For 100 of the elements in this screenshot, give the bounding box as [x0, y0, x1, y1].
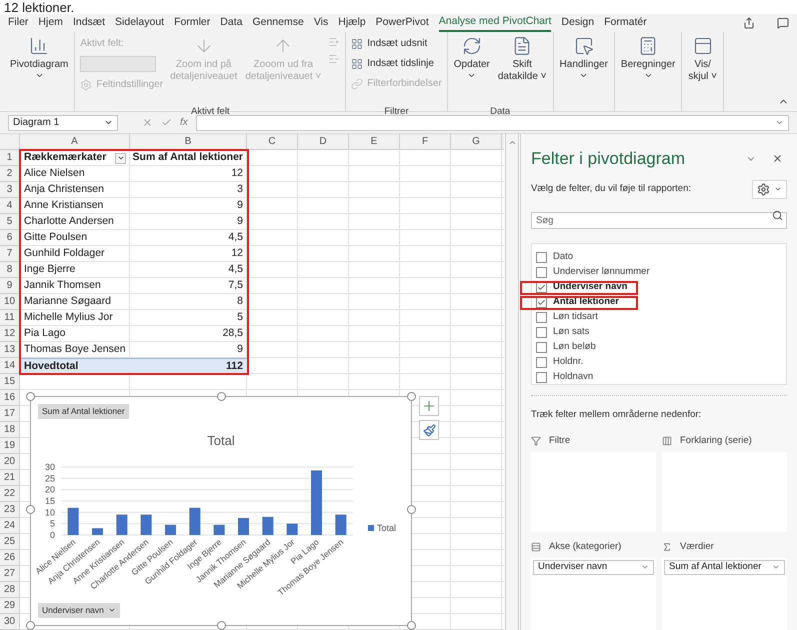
checkbox[interactable]: [536, 282, 547, 293]
axis-field-button[interactable]: Underviser navn: [38, 603, 120, 618]
row-header[interactable]: 5: [0, 214, 20, 230]
search-field[interactable]: Søg: [531, 212, 787, 228]
chart-styles-button[interactable]: [419, 420, 439, 440]
row-header[interactable]: 3: [0, 182, 20, 198]
resize-handle[interactable]: [407, 621, 416, 630]
checkbox[interactable]: [536, 357, 547, 368]
ribbon-button[interactable]: Handlinger: [556, 32, 611, 98]
checkbox[interactable]: [536, 342, 547, 353]
row-header[interactable]: 1: [0, 150, 20, 166]
row-header[interactable]: 28: [0, 582, 20, 598]
row-header[interactable]: 25: [0, 534, 20, 550]
row-header[interactable]: 24: [0, 518, 20, 534]
menu-tab[interactable]: Hjem: [38, 14, 63, 32]
ribbon-button[interactable]: Beregninger: [618, 32, 678, 98]
menu-tab[interactable]: Formatér: [604, 14, 647, 32]
drop-area[interactable]: Sum af Antal lektioner: [662, 558, 787, 630]
row-header[interactable]: 4: [0, 198, 20, 214]
row-header[interactable]: 14: [0, 358, 20, 374]
row-header[interactable]: 19: [0, 438, 20, 454]
row-header[interactable]: 22: [0, 486, 20, 502]
ribbon-button[interactable]: Skift datakilde ˅: [494, 32, 550, 98]
filter-dropdown-button[interactable]: [115, 152, 126, 164]
settings-button[interactable]: [752, 180, 787, 198]
row-header[interactable]: 9: [0, 278, 20, 294]
row-header[interactable]: 27: [0, 566, 20, 582]
field-label[interactable]: Løn sats: [553, 325, 590, 340]
share-icon[interactable]: [743, 17, 755, 29]
menu-tab[interactable]: Vis: [314, 14, 328, 32]
field-label[interactable]: Antal lektioner: [553, 295, 619, 310]
row-header[interactable]: 29: [0, 598, 20, 614]
area-field-button[interactable]: Sum af Antal lektioner: [664, 560, 785, 575]
column-header[interactable]: G: [451, 134, 502, 149]
field-label[interactable]: Holdnavn: [553, 370, 594, 385]
ribbon-button[interactable]: Indsæt tidslinje: [351, 56, 442, 71]
row-header[interactable]: 23: [0, 502, 20, 518]
resize-handle[interactable]: [217, 392, 226, 401]
menu-tab[interactable]: PowerPivot: [376, 14, 429, 32]
cancel-icon[interactable]: [142, 117, 153, 128]
resize-handle[interactable]: [407, 392, 416, 401]
menu-tab[interactable]: Indsæt: [72, 14, 106, 32]
ribbon-button[interactable]: Indsæt udsnit: [351, 36, 442, 51]
field-label[interactable]: Dato: [553, 250, 574, 265]
row-header[interactable]: 8: [0, 262, 20, 278]
row-header[interactable]: 26: [0, 550, 20, 566]
close-icon[interactable]: [772, 153, 783, 164]
name-box[interactable]: Diagram 1: [8, 114, 118, 130]
checkbox[interactable]: [536, 267, 547, 278]
row-header[interactable]: 20: [0, 454, 20, 470]
checkbox[interactable]: [536, 252, 547, 263]
resize-handle[interactable]: [26, 505, 35, 514]
header-cell[interactable]: Rækkemærkater: [20, 150, 130, 166]
menu-tab[interactable]: Design: [561, 14, 594, 32]
field-label[interactable]: Løn beløb: [553, 340, 596, 355]
checkbox[interactable]: [536, 312, 547, 323]
field-label[interactable]: Løn tidsart: [553, 310, 598, 325]
ribbon-button[interactable]: Opdater: [450, 32, 493, 98]
menu-tab[interactable]: Sidelayout: [115, 14, 164, 32]
drop-area[interactable]: Underviser navn: [531, 558, 656, 630]
resize-handle[interactable]: [407, 505, 416, 514]
column-header[interactable]: A: [20, 134, 130, 149]
column-header[interactable]: B: [130, 134, 247, 149]
row-header[interactable]: 2: [0, 166, 20, 182]
field-label[interactable]: Holdnr.: [553, 355, 584, 370]
row-header[interactable]: 12: [0, 326, 20, 342]
row-header[interactable]: 21: [0, 470, 20, 486]
ribbon-button[interactable]: Vis/ skjul ˅: [685, 32, 720, 98]
value-field-button[interactable]: Sum af Antal lektioner: [38, 404, 129, 419]
menu-tab[interactable]: Hjælp: [338, 14, 366, 32]
ribbon-button[interactable]: Pivotdiagram: [7, 32, 72, 98]
row-header[interactable]: 17: [0, 406, 20, 422]
chart-elements-button[interactable]: [419, 396, 439, 416]
column-header[interactable]: D: [298, 134, 349, 149]
resize-handle[interactable]: [217, 621, 226, 630]
column-header[interactable]: E: [349, 134, 400, 149]
row-header[interactable]: 11: [0, 310, 20, 326]
formula-input[interactable]: [196, 114, 789, 130]
enter-icon[interactable]: [161, 117, 172, 128]
function-button[interactable]: fx: [180, 115, 188, 130]
column-header[interactable]: F: [400, 134, 451, 149]
checkbox[interactable]: [536, 327, 547, 338]
row-header[interactable]: 13: [0, 342, 20, 358]
menu-tab[interactable]: Gennemse: [252, 14, 304, 32]
checkbox[interactable]: [536, 372, 547, 383]
row-header[interactable]: 18: [0, 422, 20, 438]
row-header[interactable]: 30: [0, 614, 20, 630]
row-header[interactable]: 7: [0, 246, 20, 262]
field-label[interactable]: Underviser navn: [553, 280, 628, 295]
column-header[interactable]: C: [247, 134, 298, 149]
vertical-scrollbar[interactable]: [505, 134, 519, 630]
menu-tab[interactable]: Filer: [8, 14, 28, 32]
area-field-button[interactable]: Underviser navn: [533, 560, 654, 575]
menu-tab[interactable]: Data: [220, 14, 242, 32]
resize-handle[interactable]: [26, 392, 35, 401]
scroll-up-icon[interactable]: [508, 138, 516, 147]
checkbox[interactable]: [536, 297, 547, 308]
comment-icon[interactable]: [777, 17, 789, 29]
field-label[interactable]: Underviser lønnummer: [553, 265, 650, 280]
menu-tab[interactable]: Formler: [174, 14, 210, 32]
